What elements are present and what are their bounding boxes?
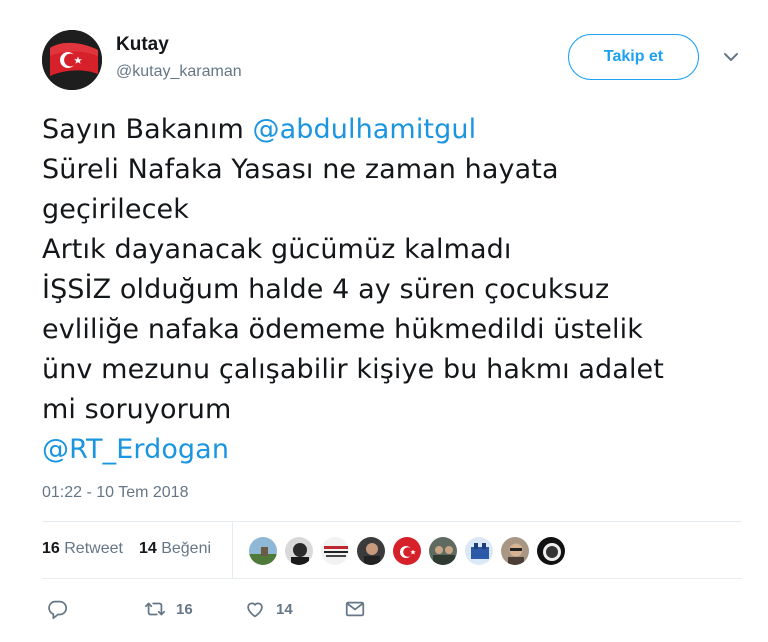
tweet-line: Artık dayanacak gücümüz kalmadı xyxy=(42,234,512,265)
likes-count: 14 xyxy=(138,540,157,557)
tweet-line: Süreli Nafaka Yasası ne zaman hayata xyxy=(42,154,559,185)
retweets-label: Retweet xyxy=(64,540,123,557)
divider xyxy=(42,521,742,522)
liker-avatar[interactable] xyxy=(500,536,530,566)
retweets-count: 16 xyxy=(42,540,60,557)
tweet-line-text: Sayın Bakanım xyxy=(42,114,253,145)
divider xyxy=(42,578,742,579)
tweet-line: Sayın Bakanım @abdulhamitgul xyxy=(42,110,742,150)
tweet-line: mi soruyorum xyxy=(42,394,232,425)
mention-link[interactable]: @abdulhamitgul xyxy=(253,114,477,145)
likes-label: Beğeni xyxy=(161,540,212,557)
tweet-line: evliliğe nafaka ödememe hükmedildi üstel… xyxy=(42,314,643,345)
user-display-name[interactable]: Kutay xyxy=(116,34,169,56)
liker-avatar[interactable] xyxy=(284,536,314,566)
tweet-card: Kutay @kutay_karaman Takip et Sayın Baka… xyxy=(0,0,768,642)
tweet-text: Sayın Bakanım @abdulhamitgul Süreli Nafa… xyxy=(42,110,742,470)
follow-button[interactable]: Takip et xyxy=(568,34,699,80)
tweet-line: ünv mezunu çalışabilir kişiye bu hakmı a… xyxy=(42,354,664,385)
tweet-timestamp[interactable]: 01:22 - 10 Tem 2018 xyxy=(42,484,188,502)
liker-avatar[interactable] xyxy=(428,536,458,566)
heart-icon xyxy=(247,602,263,618)
direct-message-button[interactable] xyxy=(344,596,366,622)
liker-avatar[interactable] xyxy=(320,536,350,566)
user-handle[interactable]: @kutay_karaman xyxy=(116,63,242,81)
likes-stat[interactable]: 14 Beğeni xyxy=(139,540,211,557)
reply-button[interactable] xyxy=(46,596,68,622)
liker-avatar[interactable] xyxy=(392,536,422,566)
mention-link[interactable]: @RT_Erdogan xyxy=(42,434,229,465)
avatar[interactable] xyxy=(42,30,102,90)
retweets-stat[interactable]: 16 Retweet xyxy=(42,540,123,557)
engagement-stats: 16 Retweet 14 Beğeni xyxy=(42,540,211,558)
chevron-down-icon[interactable] xyxy=(722,50,740,64)
retweet-count: 16 xyxy=(176,600,193,618)
tweet-line: geçirilecek xyxy=(42,194,190,225)
liker-avatar[interactable] xyxy=(356,536,386,566)
retweet-button[interactable]: 16 xyxy=(144,596,193,622)
like-button[interactable]: 14 xyxy=(244,596,293,622)
tweet-line: @RT_Erdogan xyxy=(42,430,742,470)
liker-avatar[interactable] xyxy=(536,536,566,566)
liker-avatar[interactable] xyxy=(248,536,278,566)
liker-avatar[interactable] xyxy=(464,536,494,566)
envelope-icon xyxy=(345,601,365,617)
tweet-line: İŞSİZ olduğum halde 4 ay süren çocuksuz xyxy=(42,274,610,305)
stats-separator xyxy=(232,522,233,578)
retweet-icon xyxy=(144,602,166,616)
turkish-flag-icon xyxy=(42,30,102,90)
reply-icon xyxy=(48,600,68,620)
like-count: 14 xyxy=(276,600,293,618)
